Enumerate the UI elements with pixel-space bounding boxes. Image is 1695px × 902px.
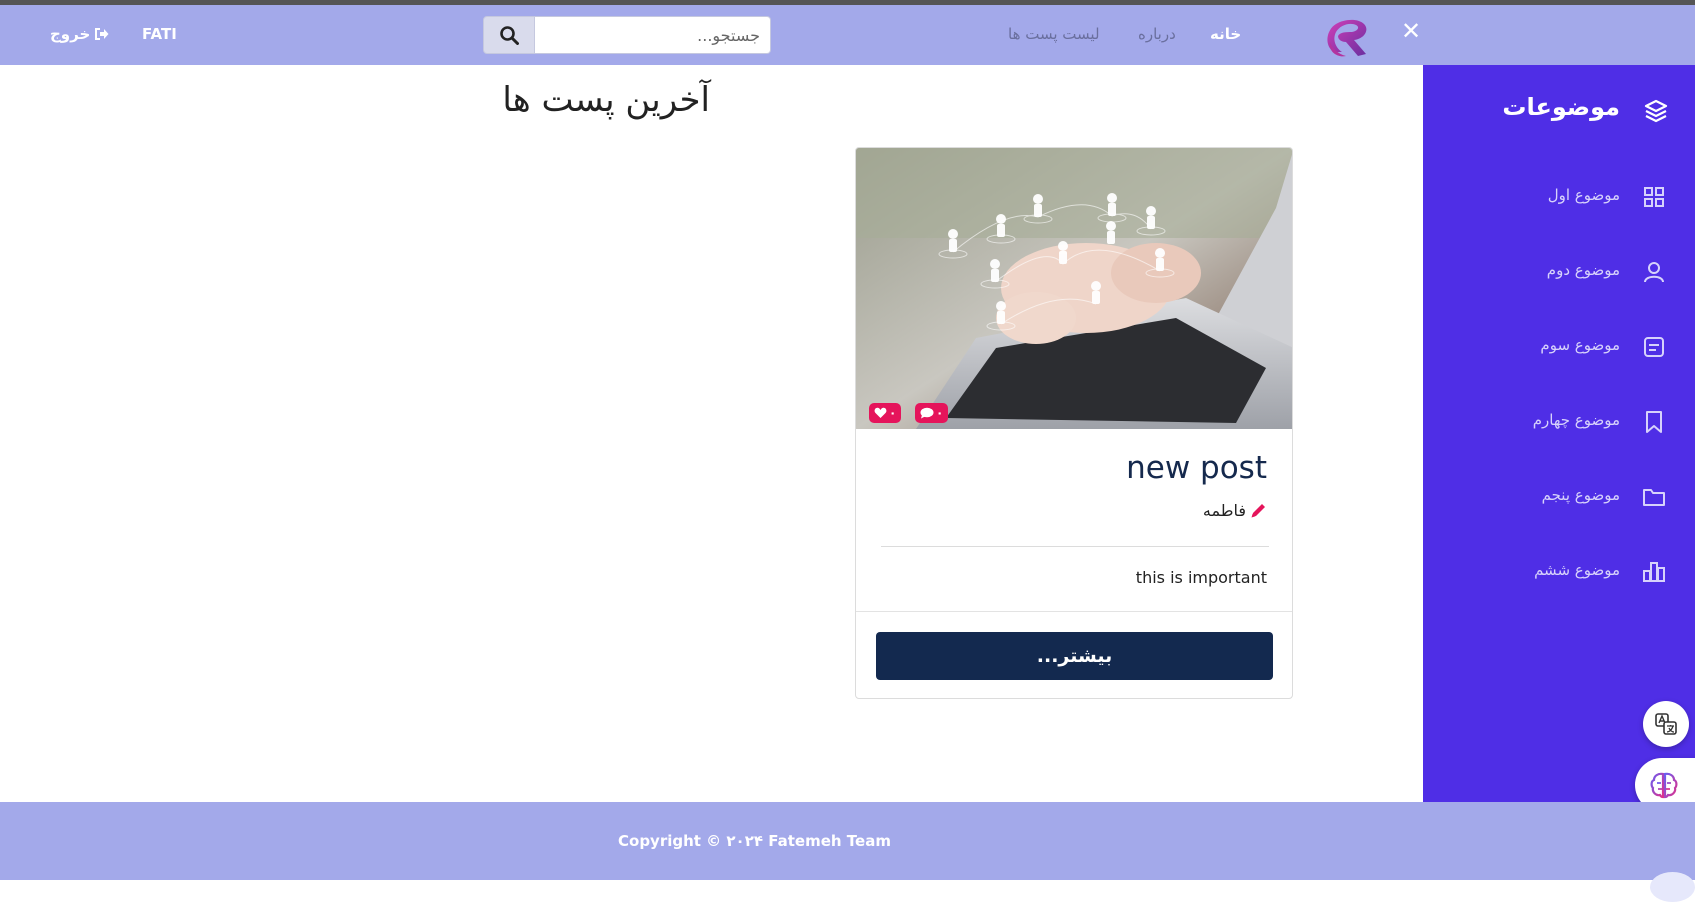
sidebar-item-label: موضوع ششم [1534,561,1620,579]
card-divider [881,546,1269,547]
grid-icon [1644,187,1664,207]
post-title[interactable]: new post [1126,450,1267,486]
bookmark-icon [1646,411,1662,433]
translate-icon [1655,713,1677,735]
search-button[interactable] [483,16,535,54]
post-author: فاطمه [1203,501,1267,520]
logout-label: خروج [50,25,91,43]
nav-link-about[interactable]: درباره [1138,25,1176,43]
nav-link-home[interactable]: خانه [1210,25,1241,43]
layers-icon [1644,99,1668,123]
folder-icon [1643,489,1665,506]
logout-link[interactable]: خروج [50,25,109,43]
copyright-text: Copyright © ۲۰۲۴ Fatemeh Team [618,832,891,850]
brain-icon [1650,772,1678,799]
footer: Copyright © ۲۰۲۴ Fatemeh Team [0,802,1695,902]
user-name-link[interactable]: FATI [142,25,177,43]
read-more-button[interactable]: بیشتر... [876,632,1273,680]
sidebar-item-topic-4[interactable]: موضوع چهارم [1423,402,1695,442]
sidebar-item-label: موضوع اول [1547,186,1620,204]
sidebar-item-label: موضوع چهارم [1532,411,1620,429]
close-icon[interactable]: ✕ [1401,19,1421,43]
sign-out-icon [95,28,109,40]
post-description: this is important [1135,568,1267,587]
heart-icon [874,407,887,418]
sidebar-item-topic-6[interactable]: موضوع ششم [1423,552,1695,592]
bar-chart-icon [1643,562,1665,582]
post-card: ۰ ۰ new post فاطمه this is important بیش… [855,147,1293,699]
note-icon [1644,337,1664,357]
search-icon [500,26,519,45]
comments-badge[interactable]: ۰ [915,403,949,423]
comment-icon [920,407,934,419]
nav-link-post-list[interactable]: لیست پست ها [1008,25,1100,43]
comments-count: ۰ [936,406,944,420]
search-form [483,16,771,54]
search-input[interactable] [535,16,771,54]
scroll-top-button[interactable] [1650,872,1695,902]
translate-button[interactable] [1643,701,1689,747]
brand-logo-icon[interactable] [1320,12,1372,60]
pencil-icon [1251,504,1265,518]
sidebar-item-label: موضوع دوم [1546,261,1620,279]
user-icon [1644,262,1664,283]
sidebar-item-topic-2[interactable]: موضوع دوم [1423,252,1695,292]
card-footer-divider [856,611,1292,612]
likes-badge[interactable]: ۰ [869,403,902,423]
likes-count: ۰ [889,406,897,420]
page-title: آخرین پست ها [502,80,710,120]
post-image[interactable] [856,148,1293,429]
sidebar-item-label: موضوع سوم [1540,336,1620,354]
sidebar-title: موضوعات [1502,93,1620,121]
sidebar-item-topic-3[interactable]: موضوع سوم [1423,327,1695,367]
top-navbar: ✕ خانه درباره لیست پست ها FATI خروج [0,5,1695,65]
sidebar-item-topic-1[interactable]: موضوع اول [1423,177,1695,217]
post-author-name: فاطمه [1202,501,1246,520]
sidebar-item-topic-5[interactable]: موضوع پنجم [1423,477,1695,517]
topics-sidebar: موضوعات موضوع اول موضوع دوم موضوع سوم مو… [1423,65,1695,802]
sidebar-item-label: موضوع پنجم [1541,486,1620,504]
